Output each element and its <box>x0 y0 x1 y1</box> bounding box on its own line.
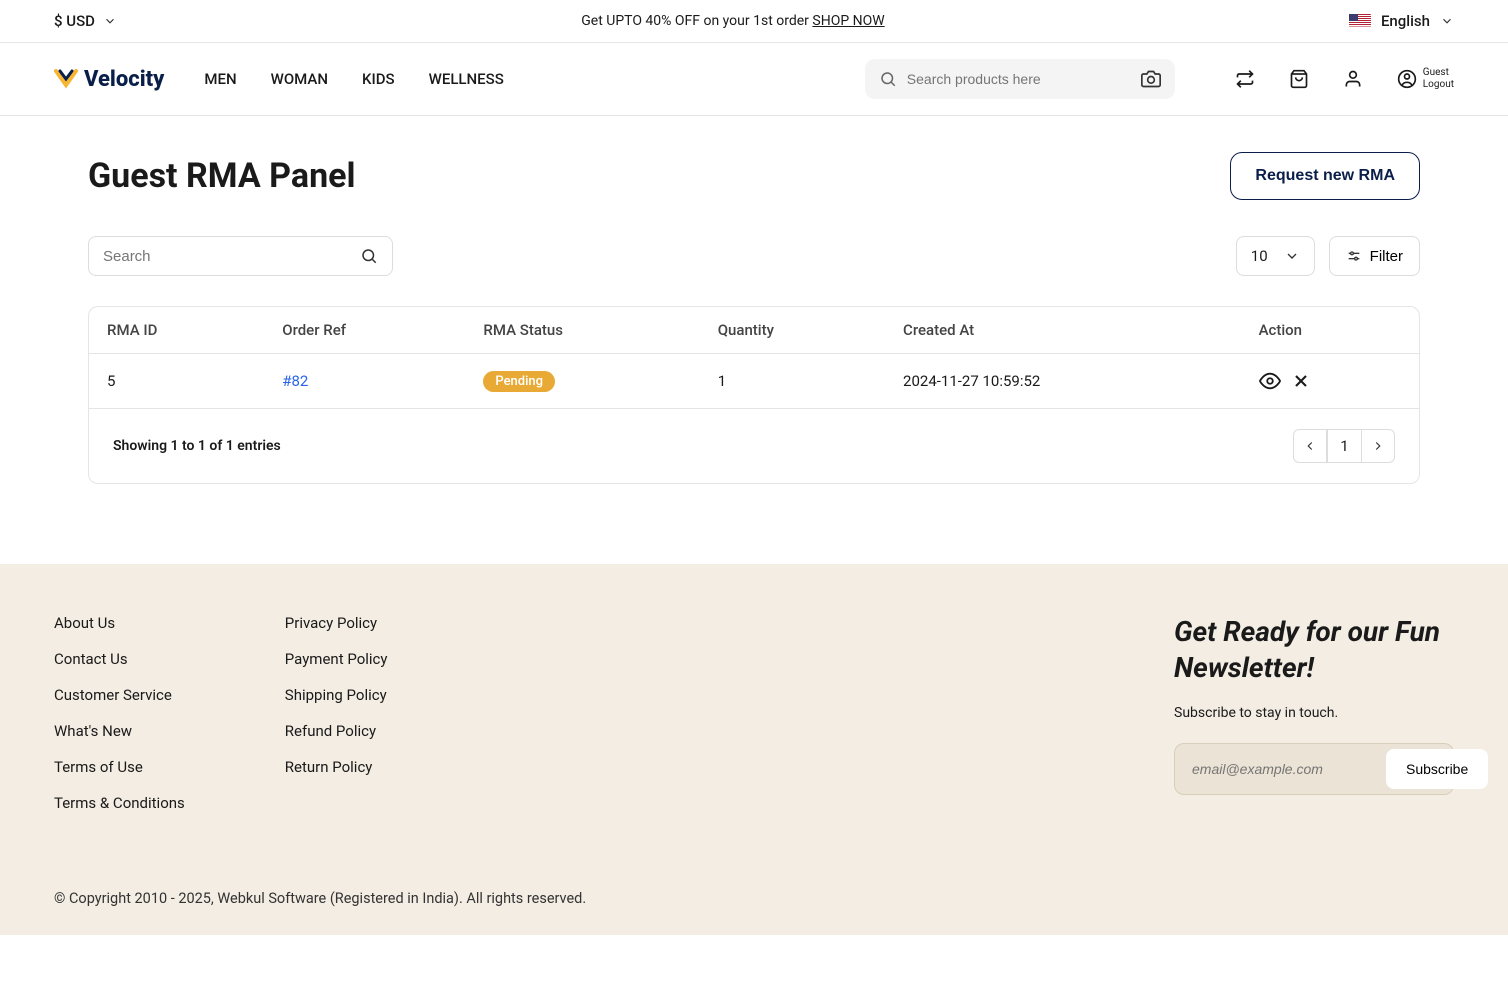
search-icon <box>879 70 897 88</box>
page-title: Guest RMA Panel <box>88 156 355 196</box>
footer-privacy-policy[interactable]: Privacy Policy <box>285 614 388 632</box>
currency-label: $ USD <box>54 12 95 30</box>
filter-icon <box>1346 248 1362 264</box>
table-row: 5 #82 Pending 1 2024-11-27 10:59:52 <box>89 354 1419 409</box>
chevron-left-icon <box>1303 439 1317 453</box>
chevron-down-icon <box>1440 14 1454 28</box>
table-search[interactable] <box>88 236 393 276</box>
us-flag-icon <box>1349 14 1371 28</box>
entries-summary: Showing 1 to 1 of 1 entries <box>113 438 281 454</box>
newsletter-subtitle: Subscribe to stay in touch. <box>1174 705 1454 721</box>
view-action[interactable] <box>1259 370 1281 392</box>
filter-button[interactable]: Filter <box>1329 236 1420 276</box>
footer-customer-service[interactable]: Customer Service <box>54 686 185 704</box>
cell-quantity: 1 <box>702 354 887 409</box>
pager-prev[interactable] <box>1293 429 1327 463</box>
footer-terms-conditions[interactable]: Terms & Conditions <box>54 794 185 812</box>
chevron-down-icon <box>103 14 117 28</box>
cell-created-at: 2024-11-27 10:59:52 <box>887 354 1243 409</box>
logout-label: Logout <box>1423 79 1454 91</box>
eye-icon <box>1259 370 1281 392</box>
product-search-input[interactable] <box>907 71 1131 87</box>
search-icon <box>360 247 378 265</box>
camera-icon[interactable] <box>1141 69 1161 89</box>
table-search-input[interactable] <box>103 248 350 265</box>
pager-current[interactable]: 1 <box>1327 429 1361 463</box>
pager-next[interactable] <box>1361 429 1395 463</box>
col-rma-id: RMA ID <box>89 307 266 354</box>
newsletter-block: Get Ready for our Fun Newsletter! Subscr… <box>1174 614 1454 812</box>
close-icon <box>1291 371 1311 391</box>
guest-label: Guest <box>1423 67 1454 79</box>
nav-woman[interactable]: WOMAN <box>271 70 328 88</box>
rma-table: RMA ID Order Ref RMA Status Quantity Cre… <box>88 306 1420 484</box>
language-selector[interactable]: English <box>1349 12 1454 30</box>
col-rma-status: RMA Status <box>467 307 701 354</box>
nav-men[interactable]: MEN <box>204 70 236 88</box>
footer-shipping-policy[interactable]: Shipping Policy <box>285 686 388 704</box>
cancel-action[interactable] <box>1291 371 1311 391</box>
copyright-text: © Copyright 2010 - 2025, Webkul Software… <box>54 862 1454 935</box>
compare-icon[interactable] <box>1235 69 1255 89</box>
account-circle-icon <box>1397 69 1417 89</box>
footer-about-us[interactable]: About Us <box>54 614 185 632</box>
main-nav: MEN WOMAN KIDS WELLNESS <box>204 70 503 88</box>
newsletter-form: Subscribe <box>1174 743 1454 795</box>
nav-kids[interactable]: KIDS <box>362 70 395 88</box>
footer-return-policy[interactable]: Return Policy <box>285 758 388 776</box>
newsletter-email-input[interactable] <box>1180 751 1386 787</box>
footer-col-1: About Us Contact Us Customer Service Wha… <box>54 614 185 812</box>
per-page-value: 10 <box>1251 247 1268 265</box>
pagination: 1 <box>1293 429 1395 463</box>
footer-col-2: Privacy Policy Payment Policy Shipping P… <box>285 614 388 812</box>
filter-label: Filter <box>1370 248 1403 265</box>
chevron-down-icon <box>1284 248 1300 264</box>
per-page-select[interactable]: 10 <box>1236 236 1315 276</box>
shop-now-link[interactable]: SHOP NOW <box>812 13 884 29</box>
newsletter-title: Get Ready for our Fun Newsletter! <box>1174 614 1454 687</box>
cart-icon[interactable] <box>1289 69 1309 89</box>
status-badge: Pending <box>483 371 555 392</box>
col-created-at: Created At <box>887 307 1243 354</box>
promo-banner: Get UPTO 40% OFF on your 1st order SHOP … <box>581 13 884 29</box>
footer-contact-us[interactable]: Contact Us <box>54 650 185 668</box>
product-search[interactable] <box>865 59 1175 99</box>
guest-account[interactable]: Guest Logout <box>1397 67 1454 91</box>
nav-wellness[interactable]: WELLNESS <box>429 70 504 88</box>
logo[interactable]: Velocity <box>54 67 164 92</box>
user-icon[interactable] <box>1343 69 1363 89</box>
promo-text: Get UPTO 40% OFF on your 1st order <box>581 13 812 29</box>
chevron-right-icon <box>1371 439 1385 453</box>
cell-rma-id: 5 <box>89 354 266 409</box>
language-label: English <box>1381 12 1430 30</box>
footer-refund-policy[interactable]: Refund Policy <box>285 722 388 740</box>
col-action: Action <box>1243 307 1419 354</box>
currency-selector[interactable]: $ USD <box>54 12 117 30</box>
logo-mark-icon <box>54 69 78 89</box>
col-quantity: Quantity <box>702 307 887 354</box>
request-rma-button[interactable]: Request new RMA <box>1230 152 1420 200</box>
footer-whats-new[interactable]: What's New <box>54 722 185 740</box>
footer-terms-of-use[interactable]: Terms of Use <box>54 758 185 776</box>
subscribe-button[interactable]: Subscribe <box>1386 749 1488 789</box>
footer-payment-policy[interactable]: Payment Policy <box>285 650 388 668</box>
col-order-ref: Order Ref <box>266 307 467 354</box>
order-ref-link[interactable]: #82 <box>282 372 308 390</box>
logo-text: Velocity <box>84 67 164 92</box>
